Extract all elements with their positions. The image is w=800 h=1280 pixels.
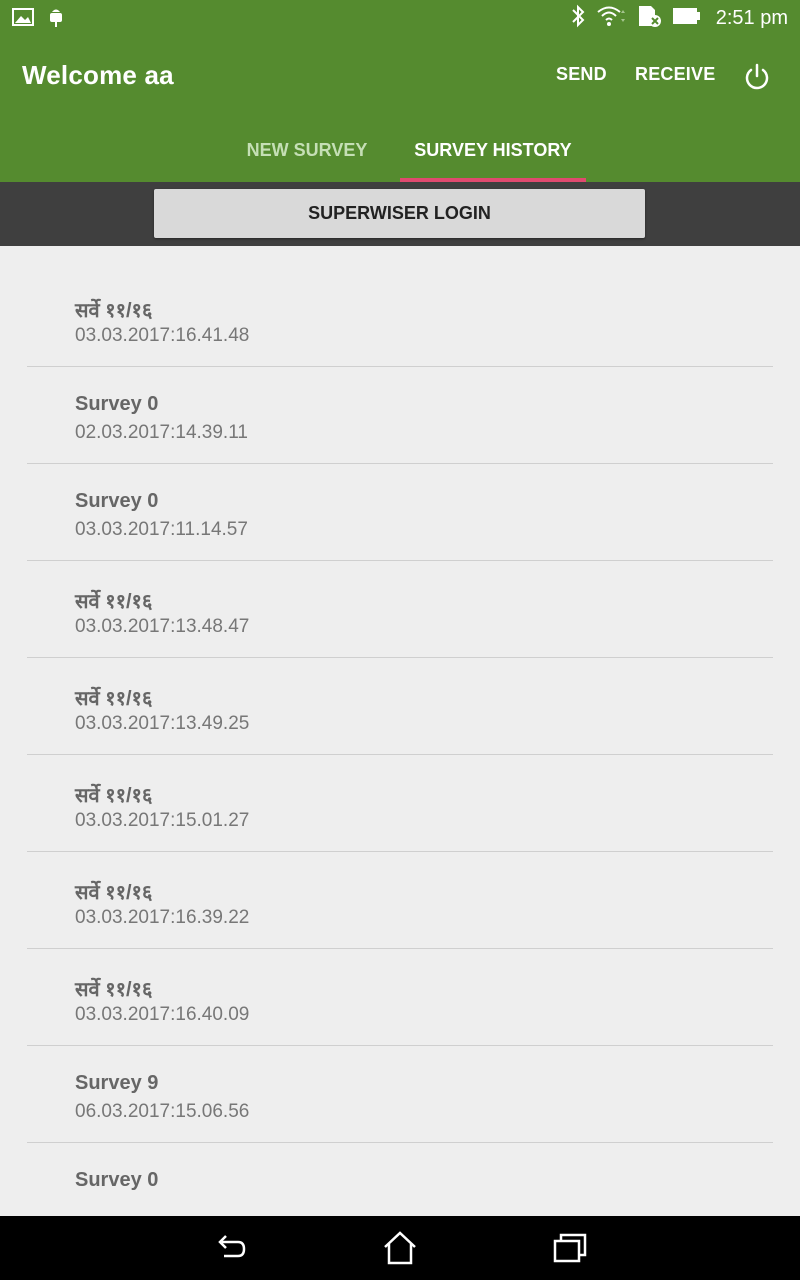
survey-date: 02.03.2017:14.39.11 [75,422,248,443]
survey-date: 03.03.2017:16.41.48 [75,325,250,346]
list-item[interactable]: सर्वे ११/१६ 03.03.2017:16.40.09 [27,949,773,1046]
bluetooth-icon [570,4,586,33]
sd-card-icon [636,4,662,33]
survey-history-list[interactable]: सर्वे ११/१६ 03.03.2017:16.41.48 Survey 0… [27,270,773,1239]
survey-date: 06.03.2017:15.06.56 [75,1101,250,1122]
recents-icon[interactable] [552,1230,588,1266]
power-icon[interactable] [742,62,772,92]
page-title: Welcome aa [22,60,174,90]
battery-icon [672,6,702,31]
tab-survey-history[interactable]: SURVEY HISTORY [400,128,586,182]
home-icon[interactable] [382,1230,418,1266]
wifi-icon [596,4,626,33]
list-item[interactable]: सर्वे ११/१६ 03.03.2017:16.39.22 [27,852,773,949]
survey-name: Survey 0 [75,1169,159,1191]
survey-date: 03.03.2017:16.40.09 [75,1004,250,1025]
survey-name: सर्वे ११/१६ [75,979,153,1001]
survey-date: 03.03.2017:13.49.25 [75,713,250,734]
send-button[interactable]: SEND [556,64,607,85]
list-item[interactable]: Survey 9 06.03.2017:15.06.56 [27,1046,773,1143]
app-bar: Welcome aa SEND RECEIVE NEW SURVEY SURVE… [0,36,800,182]
list-item[interactable]: Survey 0 02.03.2017:14.39.11 [27,367,773,464]
gallery-icon [12,6,34,33]
survey-name: सर्वे ११/१६ [75,300,153,322]
list-item[interactable]: Survey 0 03.03.2017:11.14.57 [27,464,773,561]
survey-name: सर्वे ११/१६ [75,688,153,710]
survey-date: 03.03.2017:11.14.57 [75,519,248,540]
survey-date: 03.03.2017:13.48.47 [75,616,250,637]
supervisor-login-button[interactable]: SUPERWISER LOGIN [154,189,645,238]
tab-new-survey-label: NEW SURVEY [246,140,368,160]
list-item[interactable]: सर्वे ११/१६ 03.03.2017:16.41.48 [27,270,773,367]
survey-name: सर्वे ११/१६ [75,882,153,904]
survey-name: सर्वे ११/१६ [75,591,153,613]
receive-button[interactable]: RECEIVE [635,64,715,85]
tab-survey-history-label: SURVEY HISTORY [414,140,572,160]
back-icon[interactable] [212,1230,248,1266]
list-item[interactable]: सर्वे ११/१६ 03.03.2017:13.49.25 [27,658,773,755]
android-debug-icon [46,6,66,33]
survey-name: Survey 0 [75,490,159,512]
status-time: 2:51 pm [715,7,788,29]
tab-new-survey[interactable]: NEW SURVEY [230,128,384,182]
survey-date: 03.03.2017:15.01.27 [75,810,250,831]
navigation-bar [0,1216,800,1280]
status-bar: 2:51 pm [0,0,800,36]
survey-name: Survey 9 [75,1072,159,1094]
list-item[interactable]: सर्वे ११/१६ 03.03.2017:13.48.47 [27,561,773,658]
survey-date: 03.03.2017:16.39.22 [75,907,250,928]
survey-name: Survey 0 [75,393,159,415]
list-item[interactable]: सर्वे ११/१६ 03.03.2017:15.01.27 [27,755,773,852]
survey-name: सर्वे ११/१६ [75,785,153,807]
supervisor-bar: SUPERWISER LOGIN [0,182,800,246]
